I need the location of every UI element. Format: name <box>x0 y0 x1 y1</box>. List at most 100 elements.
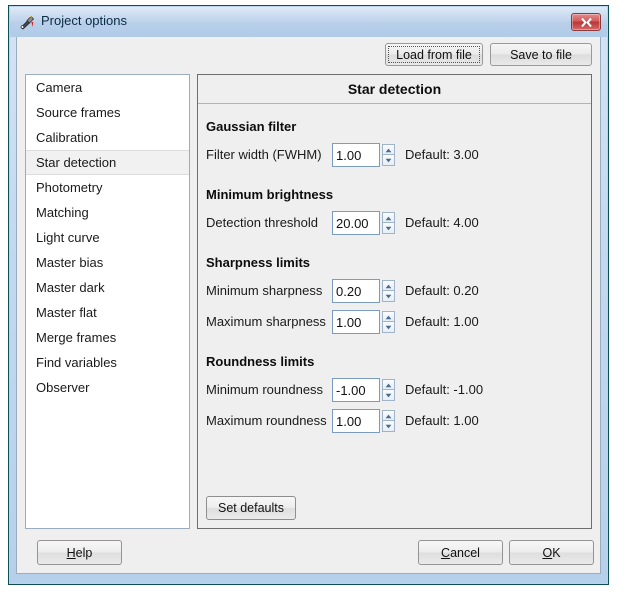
group-title-roundness-limits: Roundness limits <box>206 354 315 369</box>
spinner-maximum-sharpness <box>332 310 395 334</box>
input-minimum-roundness[interactable] <box>332 378 380 402</box>
spinner-down-icon-minimum-sharpness[interactable] <box>382 291 395 302</box>
default-value-filter-width-fwhm: Default: 3.00 <box>405 147 479 162</box>
window-title: Project options <box>41 13 127 28</box>
field-label-filter-width-fwhm: Filter width (FWHM) <box>206 147 322 162</box>
save-to-file-button[interactable]: Save to file <box>490 43 592 66</box>
cancel-label: Cancel <box>441 545 480 560</box>
field-row-maximum-sharpness: Maximum sharpness Default: 1.00 <box>206 310 591 334</box>
set-defaults-button[interactable]: Set defaults <box>206 496 296 520</box>
sidebar-item-light-curve[interactable]: Light curve <box>26 225 189 250</box>
sidebar-item-label: Photometry <box>36 180 103 195</box>
help-button[interactable]: Help <box>37 540 122 565</box>
sidebar-item-merge-frames[interactable]: Merge frames <box>26 325 189 350</box>
ok-label: OK <box>542 545 561 560</box>
window-frame: Project options Load from file Save to f… <box>10 7 607 583</box>
spinner-down-icon-detection-threshold[interactable] <box>382 223 395 234</box>
load-from-file-button[interactable]: Load from file <box>385 43 483 66</box>
page-title: Star detection <box>198 75 591 104</box>
group-title-gaussian-filter: Gaussian filter <box>206 119 297 134</box>
sidebar-item-master-bias[interactable]: Master bias <box>26 250 189 275</box>
sidebar-item-label: Find variables <box>36 355 117 370</box>
sidebar-item-label: Camera <box>36 80 83 95</box>
sidebar-item-label: Master flat <box>36 305 97 320</box>
spinner-down-icon-maximum-sharpness[interactable] <box>382 322 395 333</box>
project-options-window: Project options Load from file Save to f… <box>8 5 609 585</box>
help-label: Help <box>66 545 93 560</box>
close-icon[interactable] <box>571 13 601 31</box>
default-value-minimum-roundness: Default: -1.00 <box>405 382 484 397</box>
sidebar-item-observer[interactable]: Observer <box>26 375 189 400</box>
panel-body: Set defaults Gaussian filter Filter width… <box>198 105 591 528</box>
spinner-filter-width-fwhm <box>332 143 395 167</box>
spinner-minimum-sharpness <box>332 279 395 303</box>
app-star-tool-icon <box>18 13 36 31</box>
default-value-minimum-sharpness: Default: 0.20 <box>405 283 479 298</box>
spinner-up-icon-filter-width-fwhm[interactable] <box>382 144 395 155</box>
field-label-maximum-sharpness: Maximum sharpness <box>206 314 326 329</box>
input-minimum-sharpness[interactable] <box>332 279 380 303</box>
sidebar-item-matching[interactable]: Matching <box>26 200 189 225</box>
spinner-down-icon-filter-width-fwhm[interactable] <box>382 155 395 166</box>
input-maximum-sharpness[interactable] <box>332 310 380 334</box>
input-maximum-roundness[interactable] <box>332 409 380 433</box>
input-filter-width-fwhm[interactable] <box>332 143 380 167</box>
field-label-minimum-sharpness: Minimum sharpness <box>206 283 323 298</box>
field-label-minimum-roundness: Minimum roundness <box>206 382 324 397</box>
sidebar-item-label: Star detection <box>36 155 117 170</box>
field-row-maximum-roundness: Maximum roundness Default: 1.00 <box>206 409 591 433</box>
sidebar-item-master-flat[interactable]: Master flat <box>26 300 189 325</box>
spinner-buttons-maximum-roundness <box>382 410 395 432</box>
spinner-minimum-roundness <box>332 378 395 402</box>
sidebar-item-find-variables[interactable]: Find variables <box>26 350 189 375</box>
sidebar-item-source-frames[interactable]: Source frames <box>26 100 189 125</box>
field-row-detection-threshold: Detection threshold Default: 4.00 <box>206 211 591 235</box>
spinner-up-icon-maximum-sharpness[interactable] <box>382 311 395 322</box>
spinner-buttons-maximum-sharpness <box>382 311 395 333</box>
field-label-maximum-roundness: Maximum roundness <box>206 413 327 428</box>
spinner-down-icon-minimum-roundness[interactable] <box>382 390 395 401</box>
field-label-detection-threshold: Detection threshold <box>206 215 319 230</box>
sidebar-item-star-detection[interactable]: Star detection <box>26 150 189 175</box>
sidebar-item-master-dark[interactable]: Master dark <box>26 275 189 300</box>
sidebar-item-label: Merge frames <box>36 330 117 345</box>
sidebar-item-label: Observer <box>36 380 90 395</box>
cancel-button[interactable]: Cancel <box>418 540 503 565</box>
default-value-maximum-roundness: Default: 1.00 <box>405 413 479 428</box>
sidebar-item-camera[interactable]: Camera <box>26 75 189 100</box>
input-detection-threshold[interactable] <box>332 211 380 235</box>
field-row-minimum-sharpness: Minimum sharpness Default: 0.20 <box>206 279 591 303</box>
default-value-maximum-sharpness: Default: 1.00 <box>405 314 479 329</box>
settings-panel: Star detection Set defaults Gaussian fil… <box>197 74 592 529</box>
spinner-up-icon-minimum-sharpness[interactable] <box>382 280 395 291</box>
save-to-file-label: Save to file <box>510 47 572 62</box>
spinner-buttons-filter-width-fwhm <box>382 144 395 166</box>
top-toolbar: Load from file Save to file <box>17 37 600 71</box>
spinner-buttons-minimum-roundness <box>382 379 395 401</box>
sidebar-item-calibration[interactable]: Calibration <box>26 125 189 150</box>
load-from-file-label: Load from file <box>396 47 472 62</box>
sidebar-item-label: Matching <box>36 205 89 220</box>
spinner-maximum-roundness <box>332 409 395 433</box>
settings-category-list[interactable]: Camera Source frames Calibration Star detec… <box>25 74 190 529</box>
sidebar-item-label: Source frames <box>36 105 121 120</box>
sidebar-item-photometry[interactable]: Photometry <box>26 175 189 200</box>
spinner-up-icon-detection-threshold[interactable] <box>382 212 395 223</box>
dialog-button-bar: Help Cancel OK <box>17 531 600 573</box>
title-bar[interactable]: Project options <box>10 7 607 37</box>
spinner-up-icon-minimum-roundness[interactable] <box>382 379 395 390</box>
spinner-buttons-detection-threshold <box>382 212 395 234</box>
set-defaults-label: Set defaults <box>217 501 284 515</box>
group-title-minimum-brightness: Minimum brightness <box>206 187 334 202</box>
spinner-buttons-minimum-sharpness <box>382 280 395 302</box>
sidebar-item-label: Calibration <box>36 130 99 145</box>
spinner-down-icon-maximum-roundness[interactable] <box>382 421 395 432</box>
ok-button[interactable]: OK <box>509 540 594 565</box>
sidebar-item-label: Master dark <box>36 280 105 295</box>
sidebar-item-label: Master bias <box>36 255 104 270</box>
default-value-detection-threshold: Default: 4.00 <box>405 215 479 230</box>
client-area: Load from file Save to file Camera Source… <box>16 37 601 574</box>
sidebar-item-label: Light curve <box>36 230 100 245</box>
spinner-up-icon-maximum-roundness[interactable] <box>382 410 395 421</box>
field-row-minimum-roundness: Minimum roundness Default: -1.00 <box>206 378 591 402</box>
